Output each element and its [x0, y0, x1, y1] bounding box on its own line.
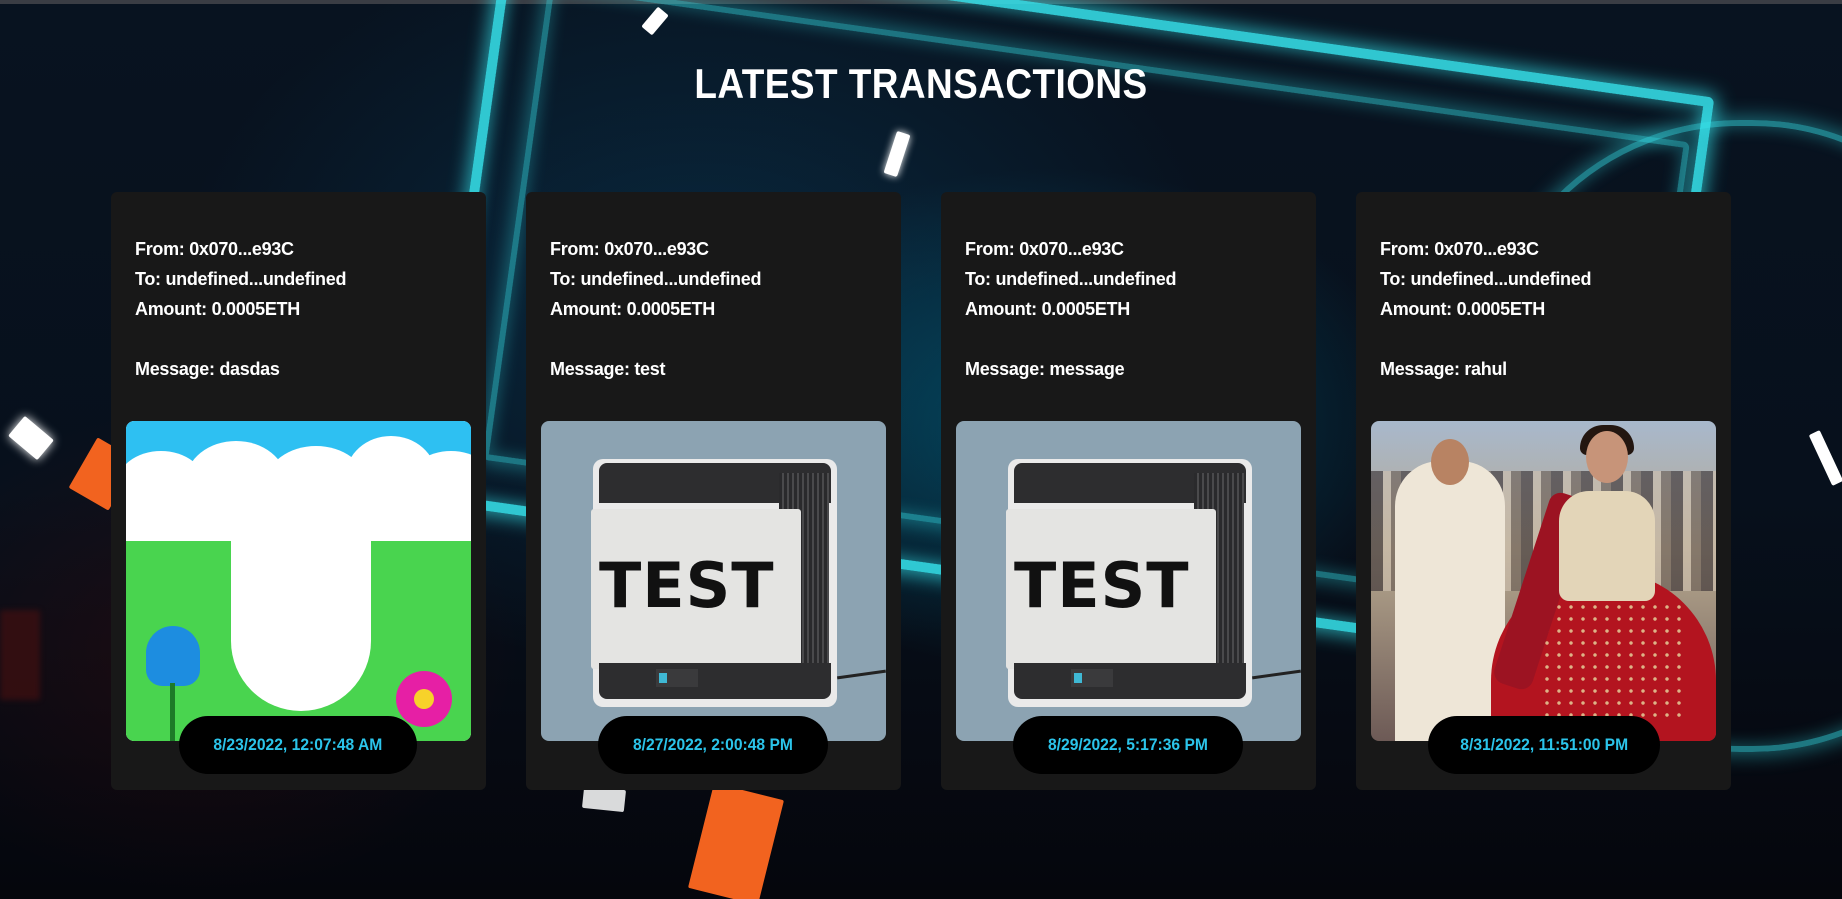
transaction-timestamp-badge: 8/23/2022, 12:07:48 AM: [179, 716, 417, 774]
page-title: LATEST TRANSACTIONS: [694, 60, 1148, 107]
transaction-from: From: 0x070...e93C: [135, 239, 294, 259]
transaction-to: To: undefined...undefined: [550, 269, 762, 289]
orange-shard-decoration: [688, 782, 784, 899]
transaction-details: From: 0x070...e93C To: undefined...undef…: [1380, 234, 1720, 384]
transaction-amount: Amount: 0.0005ETH: [965, 299, 1130, 319]
transaction-message: Message: rahul: [1380, 359, 1507, 379]
transaction-timestamp: 8/27/2022, 2:00:48 PM: [633, 735, 793, 754]
transaction-message: Message: test: [550, 359, 666, 379]
transaction-amount: Amount: 0.0005ETH: [550, 299, 715, 319]
transaction-message: Message: message: [965, 359, 1125, 379]
transaction-card: From: 0x070...e93C To: undefined...undef…: [1356, 192, 1731, 790]
transaction-details: From: 0x070...e93C To: undefined...undef…: [135, 234, 475, 384]
red-shard-decoration: [0, 610, 40, 700]
transaction-amount: Amount: 0.0005ETH: [1380, 299, 1545, 319]
transaction-timestamp: 8/29/2022, 5:17:36 PM: [1048, 735, 1208, 754]
transaction-timestamp: 8/31/2022, 11:51:00 PM: [1460, 735, 1628, 754]
light-shard-decoration: [8, 415, 54, 461]
transaction-message: Message: dasdas: [135, 359, 280, 379]
dance-scene-image: [1371, 421, 1716, 741]
transaction-timestamp-badge: 8/29/2022, 5:17:36 PM: [1013, 716, 1243, 774]
transaction-to: To: undefined...undefined: [965, 269, 1177, 289]
printer-test-image: TEST: [541, 421, 886, 741]
transaction-from: From: 0x070...e93C: [1380, 239, 1539, 259]
transaction-gif: [1371, 421, 1716, 741]
transaction-to: To: undefined...undefined: [135, 269, 347, 289]
celebration-cartoon-image: [126, 421, 471, 741]
transaction-from: From: 0x070...e93C: [550, 239, 709, 259]
transaction-timestamp-badge: 8/27/2022, 2:00:48 PM: [598, 716, 828, 774]
transaction-card: From: 0x070...e93C To: undefined...undef…: [526, 192, 901, 790]
transaction-gif: TEST: [956, 421, 1301, 741]
gif-caption-text: TEST: [1014, 549, 1190, 622]
gif-caption-text: TEST: [599, 549, 775, 622]
printer-test-image: TEST: [956, 421, 1301, 741]
transaction-details: From: 0x070...e93C To: undefined...undef…: [965, 234, 1305, 384]
transaction-from: From: 0x070...e93C: [965, 239, 1124, 259]
transaction-timestamp: 8/23/2022, 12:07:48 AM: [213, 735, 383, 754]
transaction-timestamp-badge: 8/31/2022, 11:51:00 PM: [1428, 716, 1660, 774]
transaction-details: From: 0x070...e93C To: undefined...undef…: [550, 234, 890, 384]
transaction-card: From: 0x070...e93C To: undefined...undef…: [111, 192, 486, 790]
transaction-gif: [126, 421, 471, 741]
transaction-to: To: undefined...undefined: [1380, 269, 1592, 289]
transaction-gif: TEST: [541, 421, 886, 741]
transaction-card: From: 0x070...e93C To: undefined...undef…: [941, 192, 1316, 790]
transaction-amount: Amount: 0.0005ETH: [135, 299, 300, 319]
